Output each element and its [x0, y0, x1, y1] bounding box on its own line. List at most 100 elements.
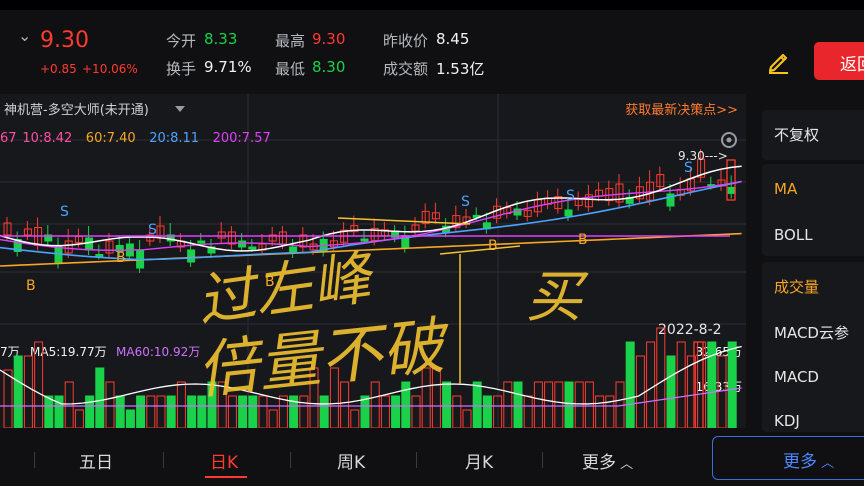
last-price: 9.30 — [40, 28, 89, 53]
candle — [727, 186, 736, 194]
gear-icon-center — [726, 137, 732, 143]
candle — [85, 237, 94, 251]
pencil-icon[interactable] — [766, 48, 792, 74]
volume-bar — [635, 355, 645, 428]
quote-header: ⌄ 9.30 +0.85 +10.06% 今开 8.33 最高 9.30 昨收价… — [0, 10, 864, 94]
indicator-name: 神机营-多空大师(未开通) — [4, 102, 149, 118]
kline-chart[interactable]: 神机营-多空大师(未开通) 获取最新决策点>> 67 10:8.42 60:7.40 20… — [0, 94, 746, 428]
more-button[interactable]: 更多 ︿ — [712, 436, 864, 480]
volume-bar — [554, 381, 564, 428]
volume-bar — [95, 367, 105, 428]
tab-divider — [34, 452, 35, 468]
tab-five-day[interactable]: 五日 — [79, 448, 113, 473]
high-label: 最高 — [275, 32, 306, 50]
volume-bar — [44, 395, 54, 428]
volume-bar — [299, 395, 309, 428]
volume-bar — [146, 395, 156, 428]
ma-legend-item: 10:8.42 — [22, 131, 72, 146]
chevron-down-icon[interactable]: ⌄ — [18, 26, 31, 45]
open-value: 8.33 — [204, 30, 238, 48]
turnover-label: 换手 — [166, 60, 197, 78]
volume-bar — [574, 381, 584, 428]
volume-bar — [646, 341, 656, 428]
sub-indicator-box: 成交量 MACD云参 MACD KDJ — [762, 262, 864, 432]
signal-s: S — [566, 188, 575, 204]
volume-bar — [513, 381, 523, 428]
volume-bar — [3, 369, 13, 428]
ma-legend-item: 67 — [0, 131, 17, 146]
annotation-stroke — [337, 217, 471, 225]
tab-more[interactable]: 更多 ︿ — [582, 448, 633, 473]
volume-bar — [482, 395, 492, 428]
candle — [248, 246, 257, 250]
volume-bar — [105, 381, 115, 428]
tab-divider — [163, 452, 164, 468]
tab-day-k[interactable]: 日K — [210, 448, 238, 473]
adjust-option[interactable]: 不复权 — [774, 124, 819, 145]
date-label: 2022-8-2 — [658, 322, 722, 338]
volume-bar — [85, 395, 95, 428]
vol-legend-item: MA60:10.92万 — [116, 345, 200, 359]
indicator-volume[interactable]: 成交量 — [774, 276, 819, 297]
volume-bar — [64, 381, 74, 428]
price-tag: 9.30---> — [678, 149, 728, 163]
volume-bar — [23, 355, 33, 428]
volume-bar — [166, 395, 176, 428]
volume-bar — [380, 395, 390, 428]
price-change: +0.85 — [40, 62, 77, 76]
active-tab-indicator — [205, 476, 247, 478]
indicator-ma[interactable]: MA — [774, 180, 797, 198]
volume-bar — [523, 395, 533, 428]
tab-more-label: 更多 — [582, 453, 616, 473]
volume-bar — [125, 409, 135, 428]
signal-b: B — [488, 238, 498, 254]
chevron-up-icon: ︿ — [817, 456, 835, 471]
ma-legend-item: 200:7.57 — [213, 131, 271, 146]
volume-bar — [533, 381, 543, 428]
candle — [238, 240, 247, 248]
volume-bar — [727, 341, 737, 428]
volume-bar — [503, 381, 513, 428]
ma-legend-item: 60:7.40 — [86, 131, 136, 146]
volume-bar — [13, 355, 23, 428]
signal-b: B — [116, 250, 126, 266]
volume-bar — [391, 395, 401, 428]
volume-bar — [676, 341, 686, 428]
volume-bar — [176, 381, 186, 428]
back-button[interactable]: 返回 — [814, 42, 864, 80]
volume-bar — [564, 381, 574, 428]
signal-s: S — [60, 204, 69, 220]
amount-value: 1.53亿 — [436, 60, 485, 78]
indicator-macd[interactable]: MACD — [774, 368, 819, 386]
volume-bar — [54, 395, 64, 428]
tab-month-k[interactable]: 月K — [465, 448, 493, 473]
volume-bar — [411, 395, 421, 428]
turnover-value: 9.71% — [204, 58, 252, 76]
indicator-boll[interactable]: BOLL — [774, 226, 813, 244]
candle — [360, 238, 369, 242]
volume-bar — [584, 381, 594, 428]
volume-bar — [156, 395, 166, 428]
open-label: 今开 — [166, 32, 197, 50]
volume-bar — [656, 327, 666, 428]
promo-link: 获取最新决策点>> — [625, 102, 738, 118]
volume-bar — [350, 409, 360, 428]
annotation-stroke — [439, 245, 521, 255]
candle — [197, 240, 206, 244]
signal-s: S — [148, 222, 157, 238]
period-tabs: 五日 日K 周K 月K 更多 ︿ 更多 ︿ — [0, 436, 864, 486]
volume-bar — [452, 395, 462, 428]
kline-chart-svg: 神机营-多空大师(未开通) 获取最新决策点>> 67 10:8.42 60:7.40 20… — [0, 94, 746, 428]
indicator-macd-cloud[interactable]: MACD云参 — [774, 322, 849, 343]
stock-kline-screen: ⌄ 9.30 +0.85 +10.06% 今开 8.33 最高 9.30 昨收价… — [0, 0, 864, 486]
signal-b: B — [26, 278, 36, 294]
volume-bar — [595, 395, 605, 428]
prev-close-label: 昨收价 — [383, 32, 429, 50]
status-bar — [0, 0, 864, 10]
indicator-panel: 不复权 MA BOLL 成交量 MACD云参 MACD KDJ — [756, 94, 864, 432]
tab-week-k[interactable]: 周K — [337, 448, 365, 473]
volume-bar — [442, 381, 452, 428]
main-indicator-box: MA BOLL — [762, 164, 864, 256]
indicator-kdj[interactable]: KDJ — [774, 412, 800, 430]
volume-bar — [625, 341, 635, 428]
